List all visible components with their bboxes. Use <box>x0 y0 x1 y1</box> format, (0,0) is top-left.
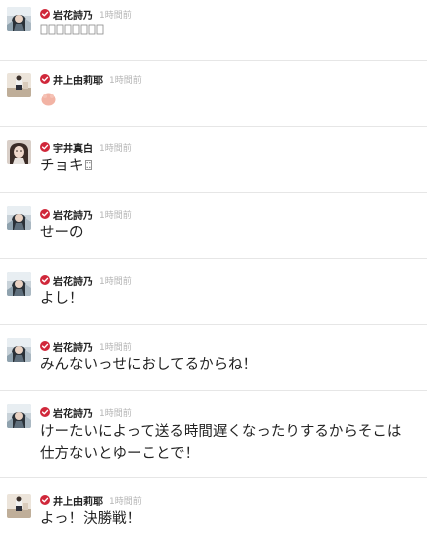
post-item: 岩花詩乃 1時間前 よし！ <box>0 259 427 324</box>
post-text-container: けーたいによって送る時間遅くなったりするからそこは 仕方ないとゆーことで！ <box>40 421 425 465</box>
avatar[interactable] <box>7 206 31 230</box>
verified-badge-icon <box>40 341 50 351</box>
verified-badge-icon <box>40 9 50 19</box>
post-item: 岩花詩乃 1時間前 <box>0 0 427 60</box>
post-item: 岩花詩乃 1時間前 けーたいによって送る時間遅くなったりするからそこは 仕方ないと… <box>0 391 427 477</box>
post-text: よっ！決勝戦！ <box>40 511 142 527</box>
emoji-sequence <box>40 24 110 36</box>
unknown-emoji-icon <box>85 160 92 170</box>
timestamp: 1時間前 <box>99 409 132 419</box>
avatar[interactable] <box>7 494 31 518</box>
avatar[interactable] <box>7 73 31 97</box>
timestamp: 1時間前 <box>109 497 142 507</box>
avatar[interactable] <box>7 140 31 164</box>
timestamp: 1時間前 <box>99 277 132 287</box>
author-name[interactable]: 井上由莉耶 <box>53 497 103 508</box>
timestamp: 1時間前 <box>99 343 132 353</box>
author-name[interactable]: 宇井真白 <box>53 144 93 155</box>
verified-badge-icon <box>40 209 50 219</box>
verified-badge-icon <box>40 495 50 505</box>
author-name[interactable]: 岩花詩乃 <box>53 277 93 288</box>
post-item: 岩花詩乃 1時間前 みんないっせにおしてるからね！ <box>0 325 427 390</box>
post-item: 岩花詩乃 1時間前 せーの <box>0 193 427 258</box>
post-item: 井上由莉耶 1時間前 よっ！決勝戦！ <box>0 478 427 533</box>
avatar[interactable] <box>7 338 31 362</box>
verified-badge-icon <box>40 142 50 152</box>
verified-badge-icon <box>40 74 50 84</box>
post-item: 宇井真白 1時間前 チョキ <box>0 127 427 192</box>
post-text: チョキ <box>40 158 84 174</box>
avatar[interactable] <box>7 272 31 296</box>
timestamp: 1時間前 <box>99 144 132 154</box>
author-name[interactable]: 岩花詩乃 <box>53 11 93 22</box>
verified-badge-icon <box>40 275 50 285</box>
post-text-line: 仕方ないとゆーことで！ <box>40 446 200 462</box>
avatar[interactable] <box>7 404 31 428</box>
post-text: よし！ <box>40 291 84 307</box>
avatar[interactable] <box>7 7 31 31</box>
author-name[interactable]: 井上由莉耶 <box>53 76 103 87</box>
timestamp: 1時間前 <box>109 76 142 86</box>
author-name[interactable]: 岩花詩乃 <box>53 409 93 420</box>
timeline-feed: 岩花詩乃 1時間前 井上由莉耶 1時間前 宇井真白 1時間前 チョキ 岩花詩乃 … <box>0 0 427 533</box>
timestamp: 1時間前 <box>99 211 132 221</box>
pink-emoji-icon <box>41 91 56 106</box>
post-text-line: けーたいによって送る時間遅くなったりするからそこは <box>40 424 402 440</box>
post-item: 井上由莉耶 1時間前 <box>0 61 427 126</box>
timestamp: 1時間前 <box>99 11 132 21</box>
post-text-container: チョキ <box>40 155 425 177</box>
verified-badge-icon <box>40 407 50 417</box>
author-name[interactable]: 岩花詩乃 <box>53 211 93 222</box>
post-text: みんないっせにおしてるからね！ <box>40 357 258 373</box>
author-name[interactable]: 岩花詩乃 <box>53 343 93 354</box>
post-text: せーの <box>40 225 84 241</box>
